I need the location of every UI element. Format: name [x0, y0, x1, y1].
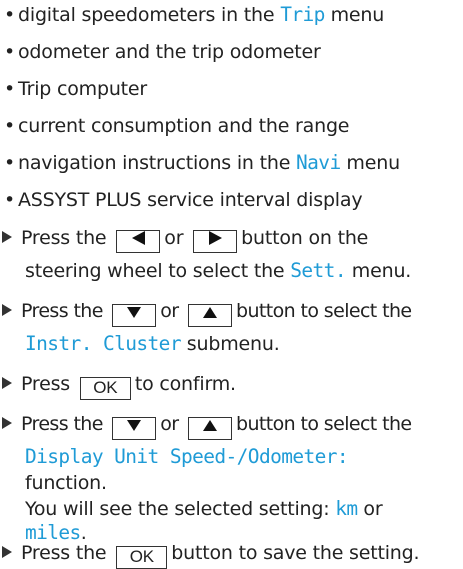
down-triangle-icon: [127, 420, 142, 431]
step-arrow-icon: [2, 231, 12, 243]
bullet-text: odometer and the trip odometer: [18, 41, 321, 63]
right-button-key: [193, 230, 238, 253]
step-text: Press the: [21, 300, 103, 322]
display-term: Instr. Cluster: [25, 332, 182, 355]
up-triangle-icon: [202, 307, 217, 318]
bullet-dot-icon: •: [4, 189, 16, 211]
step-text: button to save the setting.: [171, 542, 420, 564]
bullet-item: • odometer and the trip odometer: [4, 39, 321, 65]
down-button-key: [112, 417, 157, 440]
up-button-key: [187, 304, 232, 327]
display-term: km: [335, 497, 358, 520]
bullet-text: Trip computer: [18, 78, 148, 100]
down-triangle-icon: [127, 307, 142, 318]
step-text: or: [160, 300, 179, 322]
manual-page: • digital speedometers in the Trip menu •…: [0, 0, 463, 569]
step-text: submenu.: [180, 333, 280, 355]
left-button-key: [116, 230, 161, 253]
step-text: Press the: [21, 413, 103, 435]
bullet-dot-icon: •: [4, 115, 16, 137]
step-arrow-icon: [2, 546, 12, 558]
ok-button-key: OK: [79, 377, 131, 400]
bullet-item: • ASSYST PLUS service interval display: [4, 187, 363, 213]
up-triangle-icon: [202, 420, 217, 431]
bullet-dot-icon: •: [4, 41, 16, 63]
bullet-text: ASSYST PLUS service interval display: [18, 189, 363, 211]
step-2-continued: Instr. Cluster submenu.: [25, 331, 280, 357]
step-text: Press the: [21, 542, 107, 564]
step-4-note: You will see the selected setting: km or: [25, 496, 383, 522]
step-4-function-label: function.: [25, 470, 107, 496]
bullet-text: navigation instructions in the: [18, 152, 297, 174]
step-text: steering wheel to select the: [25, 260, 291, 282]
bullet-text: current consumption and the range: [18, 115, 350, 137]
bullet-item: • Trip computer: [4, 76, 147, 102]
display-term: Navi: [296, 151, 341, 174]
note-text: You will see the selected setting:: [25, 498, 336, 520]
step-4: Press the or button to select the: [2, 411, 412, 440]
step-1: Press the or button on the: [2, 225, 368, 253]
display-term: Sett.: [290, 259, 346, 282]
step-arrow-icon: [2, 304, 12, 316]
step-3: Press OK to confirm.: [2, 371, 236, 400]
up-button-key: [187, 417, 232, 440]
ok-button-key: OK: [116, 546, 168, 569]
bullet-text: menu: [340, 152, 400, 174]
step-text: or: [160, 413, 179, 435]
step-text: menu.: [345, 260, 412, 282]
step-text: function.: [25, 472, 107, 494]
right-triangle-icon: [208, 231, 222, 245]
step-2: Press the or button to select the: [2, 298, 412, 327]
step-arrow-icon: [2, 377, 12, 389]
step-4-function-name: Display Unit Speed-/Odometer:: [25, 444, 349, 470]
step-text: Press the: [21, 227, 107, 249]
step-text: to confirm.: [134, 373, 236, 395]
step-1-continued: steering wheel to select the Sett. menu.: [25, 258, 411, 284]
bullet-text: digital speedometers in the: [18, 4, 281, 26]
bullet-item: • navigation instructions in the Navi men…: [4, 150, 400, 176]
display-term: Display Unit Speed-/Odometer:: [25, 445, 349, 468]
down-button-key: [112, 304, 157, 327]
display-term: Trip: [280, 3, 325, 26]
bullet-dot-icon: •: [4, 152, 16, 174]
step-text: or: [164, 227, 184, 249]
step-5: Press the OK button to save the setting.: [2, 540, 420, 569]
bullet-item: • current consumption and the range: [4, 113, 349, 139]
note-text: or: [357, 498, 383, 520]
bullet-text: menu: [324, 4, 385, 26]
step-text: button on the: [241, 227, 369, 249]
step-arrow-icon: [2, 417, 12, 429]
step-text: button to select the: [235, 300, 412, 322]
bullet-dot-icon: •: [4, 4, 16, 26]
step-text: Press: [21, 373, 71, 395]
step-text: button to select the: [235, 413, 412, 435]
bullet-dot-icon: •: [4, 78, 16, 100]
left-triangle-icon: [131, 231, 145, 245]
bullet-item: • digital speedometers in the Trip menu: [4, 2, 384, 28]
